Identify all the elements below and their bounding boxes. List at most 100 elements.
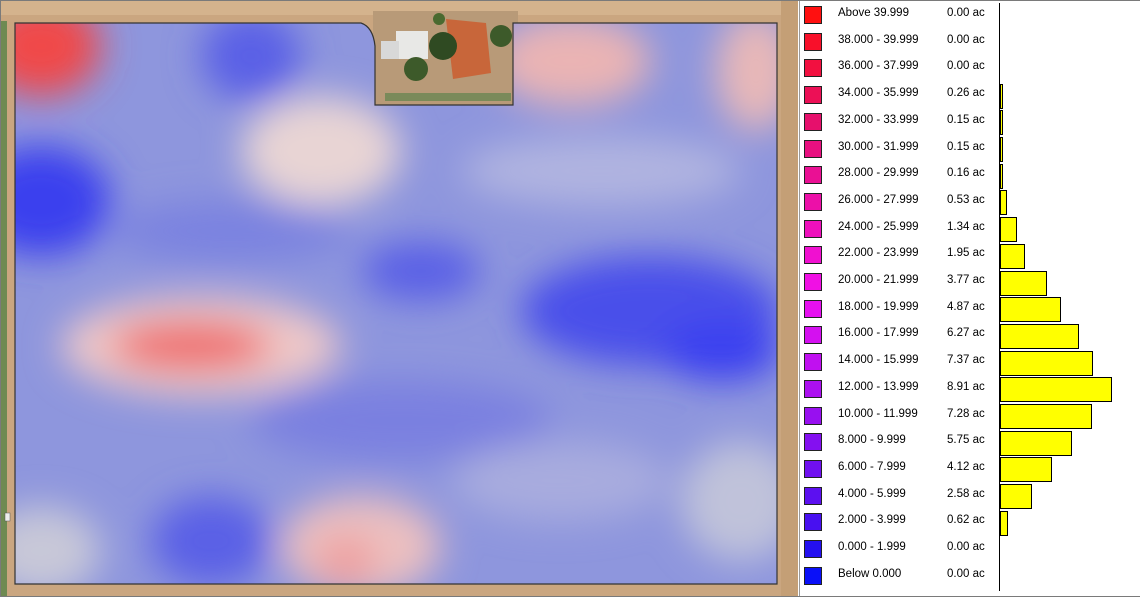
legend-range-label: 16.000 - 17.999 <box>838 327 919 340</box>
legend-range-label: 8.000 - 9.999 <box>838 434 906 447</box>
legend-area-label: 6.27 ac <box>947 327 985 340</box>
legend-item: 20.000 - 21.999 3.77 ac <box>800 270 1000 296</box>
map-canvas[interactable] <box>1 1 798 596</box>
legend-swatch[interactable] <box>804 459 822 478</box>
legend-swatch[interactable] <box>804 166 822 185</box>
legend-item: 26.000 - 27.999 0.53 ac <box>800 190 1000 216</box>
legend-swatch[interactable] <box>804 486 822 505</box>
legend-area-label: 4.12 ac <box>947 460 985 473</box>
farmstead-area <box>373 11 518 107</box>
legend-area-label: 0.16 ac <box>947 167 985 180</box>
legend-range-label: Below 0.000 <box>838 567 902 580</box>
legend-swatch[interactable] <box>804 433 822 452</box>
legend-swatch[interactable] <box>804 273 822 291</box>
app-window: Above 39.999 0.00 ac 38.000 - 39.999 0.00 a… <box>0 0 1140 597</box>
legend-item: 36.000 - 37.999 0.00 ac <box>800 56 1000 82</box>
histogram-bar <box>1000 350 1093 376</box>
legend-item: Below 0.000 0.00 ac <box>800 564 1000 590</box>
legend-area-label: 0.00 ac <box>947 567 985 580</box>
legend-range-label: Above 39.999 <box>838 7 909 19</box>
legend-item: 16.000 - 17.999 6.27 ac <box>800 323 1000 349</box>
histogram-bar <box>1000 404 1092 429</box>
legend-range-label: 34.000 - 35.999 <box>838 87 919 100</box>
legend-area-label: 0.15 ac <box>947 113 985 126</box>
legend-item: Above 39.999 0.00 ac <box>800 3 1000 29</box>
legend-item: 24.000 - 25.999 1.34 ac <box>800 217 1000 243</box>
legend-range-label: 28.000 - 29.999 <box>838 167 919 180</box>
legend-swatch[interactable] <box>804 32 822 51</box>
legend-range-label: 0.000 - 1.999 <box>838 541 906 553</box>
histogram-bar <box>1000 510 1008 536</box>
legend-swatch[interactable] <box>804 6 822 24</box>
histogram-bar <box>1000 484 1032 510</box>
legend-item: 2.000 - 3.999 0.62 ac <box>800 510 1000 536</box>
legend-area-label: 0.00 ac <box>947 7 985 19</box>
left-grass-strip <box>1 21 7 596</box>
legend-swatch[interactable] <box>804 326 822 345</box>
legend-swatch[interactable] <box>804 192 822 211</box>
legend-item: 12.000 - 13.999 8.91 ac <box>800 377 1000 403</box>
histogram-bar <box>1000 297 1061 323</box>
legend-area-label: 4.87 ac <box>947 300 985 313</box>
legend-item: 34.000 - 35.999 0.26 ac <box>800 83 1000 109</box>
legend-item: 6.000 - 7.999 4.12 ac <box>800 457 1000 483</box>
legend-range-label: 38.000 - 39.999 <box>838 33 919 46</box>
legend-area-label: 5.75 ac <box>947 434 985 447</box>
legend-range-label: 4.000 - 5.999 <box>838 487 906 500</box>
histogram-bar <box>1000 323 1079 349</box>
right-dirt-strip <box>781 1 798 596</box>
legend-range-label: 12.000 - 13.999 <box>838 380 919 393</box>
legend-range-label: 32.000 - 33.999 <box>838 113 919 126</box>
legend-swatch[interactable] <box>804 566 822 585</box>
histogram-bar <box>1000 270 1047 296</box>
legend-area-label: 8.91 ac <box>947 380 985 393</box>
legend-swatch[interactable] <box>804 59 822 78</box>
legend-item: 32.000 - 33.999 0.15 ac <box>800 110 1000 136</box>
legend-swatch[interactable] <box>804 112 822 131</box>
legend-swatch[interactable] <box>804 540 822 558</box>
legend-area-label: 1.34 ac <box>947 220 985 233</box>
histogram-bar <box>1000 217 1017 243</box>
legend-item: 8.000 - 9.999 5.75 ac <box>800 430 1000 456</box>
legend-swatch[interactable] <box>804 299 822 318</box>
legend-range-label: 20.000 - 21.999 <box>838 274 919 286</box>
legend-range-label: 18.000 - 19.999 <box>838 300 919 313</box>
legend-swatch[interactable] <box>804 513 822 532</box>
legend-item: 0.000 - 1.999 0.00 ac <box>800 537 1000 563</box>
legend-swatch[interactable] <box>804 406 822 425</box>
legend-swatch[interactable] <box>804 219 822 238</box>
histogram-bar <box>1000 190 1007 216</box>
legend-area-label: 2.58 ac <box>947 487 985 500</box>
histogram-bar <box>1000 110 1003 136</box>
legend-swatch[interactable] <box>804 379 822 398</box>
legend-range-label: 14.000 - 15.999 <box>838 354 919 367</box>
legend-item: 10.000 - 11.999 7.28 ac <box>800 404 1000 430</box>
legend-area-label: 0.53 ac <box>947 193 985 206</box>
legend-range-label: 22.000 - 23.999 <box>838 247 919 260</box>
legend-item: 28.000 - 29.999 0.16 ac <box>800 163 1000 189</box>
legend-area-label: 0.15 ac <box>947 140 985 153</box>
legend-item: 22.000 - 23.999 1.95 ac <box>800 243 1000 269</box>
legend-area-label: 3.77 ac <box>947 274 985 286</box>
legend-item: 30.000 - 31.999 0.15 ac <box>800 137 1000 163</box>
legend-range-label: 36.000 - 37.999 <box>838 60 919 73</box>
legend-swatch[interactable] <box>804 353 822 372</box>
histogram-bar <box>1000 377 1112 403</box>
legend-swatch[interactable] <box>804 86 822 105</box>
legend-area-label: 1.95 ac <box>947 247 985 260</box>
legend-panel: Above 39.999 0.00 ac 38.000 - 39.999 0.00 a… <box>799 1 1140 596</box>
legend-range-label: 6.000 - 7.999 <box>838 460 906 473</box>
legend-area-label: 0.00 ac <box>947 33 985 46</box>
histogram-bar <box>1000 137 1003 162</box>
legend-swatch[interactable] <box>804 246 822 265</box>
legend-swatch[interactable] <box>804 139 822 158</box>
histogram-bar <box>1000 163 1003 189</box>
map-left-edge <box>4 512 11 522</box>
legend-area-label: 0.26 ac <box>947 87 985 100</box>
legend-area-label: 0.00 ac <box>947 60 985 73</box>
map-view[interactable] <box>1 1 798 596</box>
legend-range-label: 30.000 - 31.999 <box>838 140 919 153</box>
legend-range-label: 26.000 - 27.999 <box>838 193 919 206</box>
legend-item: 14.000 - 15.999 7.37 ac <box>800 350 1000 376</box>
histogram-bar <box>1000 457 1052 483</box>
